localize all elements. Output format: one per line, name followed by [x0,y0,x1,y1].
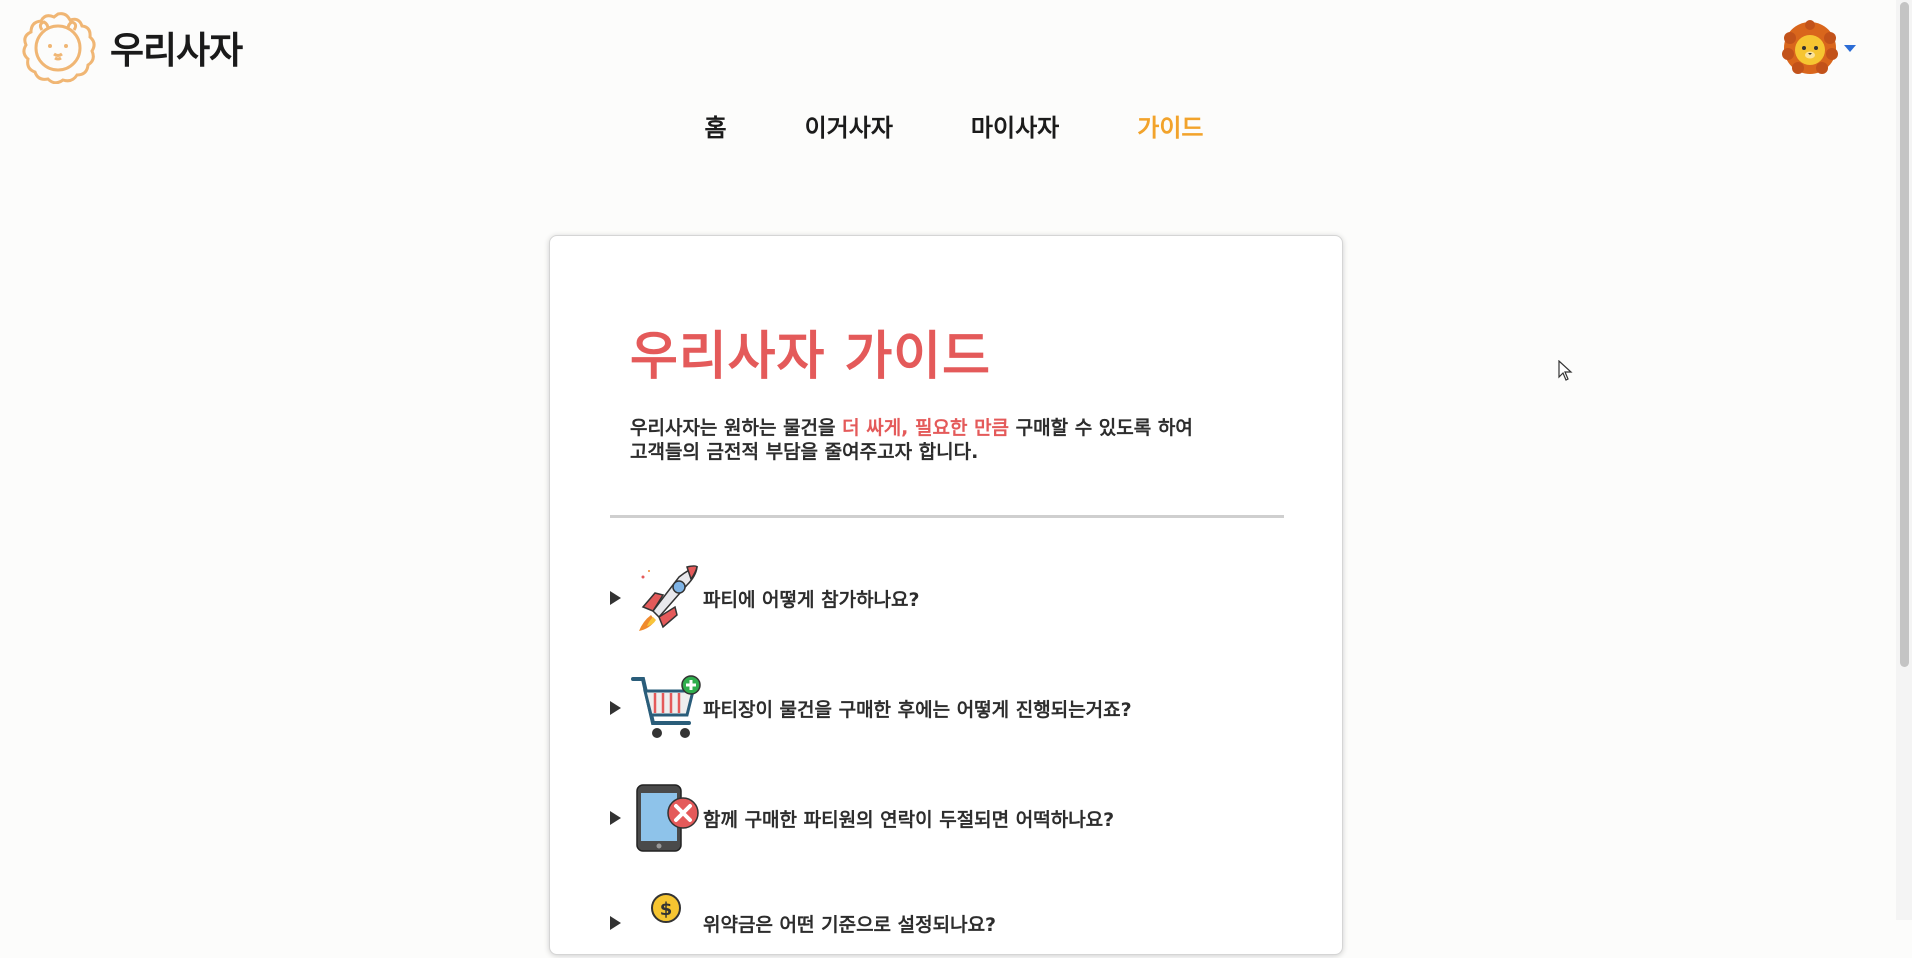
desc-text-start: 우리사자는 원하는 물건을 [630,417,843,439]
coin-icon: $ [651,893,681,923]
brand-name: 우리사자 [110,29,243,72]
caret-down-icon [1844,44,1856,52]
guide-description: 우리사자는 원하는 물건을 더 싸게, 필요한 만큼 구매할 수 있도록 하여 … [630,416,1250,464]
nav-home[interactable]: 홈 [705,108,727,143]
guide-card: 우리사자 가이드 우리사자는 원하는 물건을 더 싸게, 필요한 만큼 구매할 … [549,235,1343,955]
top-bar: 우리사자 [0,0,1896,95]
desc-highlight: 더 싸게, 필요한 만큼 [842,417,1010,439]
nav-igeosaja[interactable]: 이거사자 [805,108,893,143]
faq-question: 파티에 어떻게 참가하나요? [703,588,920,611]
faq-item[interactable]: 함께 구매한 파티원의 연락이 두절되면 어떡하나요? [610,783,1114,853]
expand-arrow-icon [610,701,621,715]
faq-item[interactable]: 파티장이 물건을 구매한 후에는 어떻게 진행되는거죠? [610,673,1132,743]
svg-text:$: $ [660,899,673,920]
faq-question: 파티장이 물건을 구매한 후에는 어떻게 진행되는거죠? [703,698,1132,721]
expand-arrow-icon [610,916,621,930]
brand-logo[interactable]: 우리사자 [18,10,243,84]
mouse-pointer-icon [1558,360,1573,381]
nav-guide[interactable]: 가이드 [1137,108,1203,143]
faq-item[interactable]: 파티에 어떻게 참가하나요? [610,563,920,633]
lion-avatar-icon [1782,20,1838,74]
rocket-icon [639,565,698,631]
profile-menu[interactable] [1782,20,1856,76]
faq-item[interactable]: $ 위약금은 어떤 기준으로 설정되나요? [610,888,996,958]
phone-blocked-icon [636,784,699,852]
guide-title: 우리사자 가이드 [630,327,991,387]
desc-text-line2: 고객들의 금전적 부담을 줄여주고자 합니다. [630,441,979,463]
divider [610,515,1284,518]
cart-add-icon [631,675,701,738]
lion-outline-icon [22,12,96,84]
expand-arrow-icon [610,811,621,825]
faq-question: 위약금은 어떤 기준으로 설정되나요? [703,913,997,936]
nav-maisaja[interactable]: 마이사자 [971,108,1059,143]
expand-arrow-icon [610,591,621,605]
page-scrollbar[interactable] [1896,0,1912,920]
scrollbar-thumb[interactable] [1900,2,1909,667]
faq-question: 함께 구매한 파티원의 연락이 두절되면 어떡하나요? [703,808,1115,831]
desc-text-end: 구매할 수 있도록 하여 [1009,417,1193,439]
main-nav: 홈 이거사자 마이사자 가이드 [0,108,1896,143]
